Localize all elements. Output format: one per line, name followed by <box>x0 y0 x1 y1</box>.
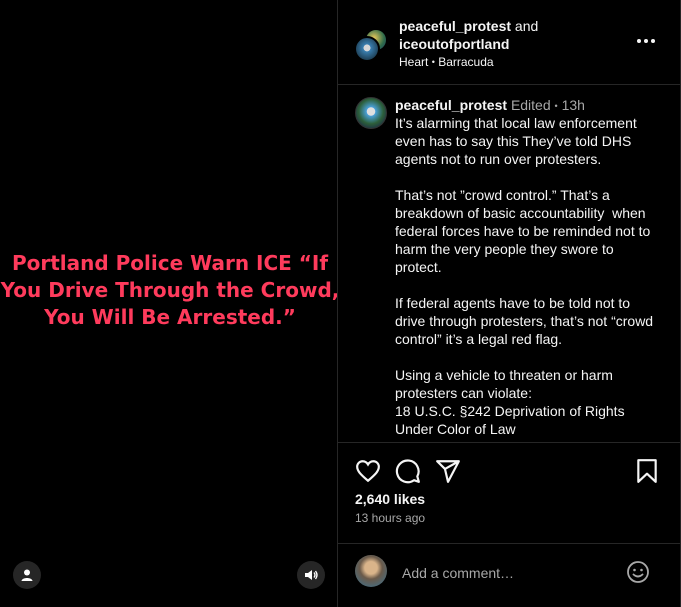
post-age[interactable]: 13h <box>562 97 585 113</box>
post-media[interactable]: Portland Police Warn ICE “If You Drive T… <box>0 0 340 607</box>
audio-track: Barracuda <box>438 55 494 69</box>
sound-button[interactable] <box>297 561 325 589</box>
heart-icon[interactable] <box>355 458 381 484</box>
caption: peaceful_protest Edited • 13h It’s alarm… <box>338 86 680 442</box>
user-tag-button[interactable] <box>13 561 41 589</box>
collab-avatars[interactable] <box>354 28 388 62</box>
username-link[interactable]: peaceful_protest <box>395 97 507 113</box>
audio-info[interactable]: Heart • Barracuda <box>399 55 494 69</box>
media-headline: Portland Police Warn ICE “If You Drive T… <box>0 251 340 329</box>
username-link[interactable]: iceoutofportland <box>399 36 509 52</box>
comment-input[interactable] <box>400 561 624 585</box>
speaker-icon <box>305 570 318 580</box>
more-options-button[interactable] <box>631 28 661 54</box>
more-icon <box>637 39 655 43</box>
avatar <box>354 36 380 62</box>
user-tag-icon <box>21 569 33 581</box>
username-link[interactable]: peaceful_protest <box>399 18 511 34</box>
avatar[interactable] <box>355 97 387 129</box>
comment-icon[interactable] <box>395 458 421 484</box>
action-bar: 2,640 likes 13 hours ago <box>338 443 681 543</box>
likes-count[interactable]: 2,640 likes <box>355 491 425 507</box>
comment-composer <box>338 543 681 607</box>
avatar <box>355 555 387 587</box>
share-icon[interactable] <box>435 458 461 484</box>
collab-usernames: peaceful_protest and iceoutofportland <box>399 17 629 53</box>
caption-text: It’s alarming that local law enforcement… <box>395 115 654 437</box>
post-header: peaceful_protest and iceoutofportland He… <box>338 0 680 85</box>
caption-header: peaceful_protest Edited • 13h <box>395 96 585 115</box>
edited-label: Edited <box>510 97 551 113</box>
separator-dot: • <box>554 101 558 111</box>
post-timestamp[interactable]: 13 hours ago <box>355 511 425 525</box>
emoji-icon[interactable] <box>626 560 650 584</box>
audio-artist: Heart <box>399 55 429 69</box>
bookmark-icon[interactable] <box>634 458 660 484</box>
joiner-text: and <box>511 18 539 34</box>
separator-dot: • <box>431 57 435 67</box>
